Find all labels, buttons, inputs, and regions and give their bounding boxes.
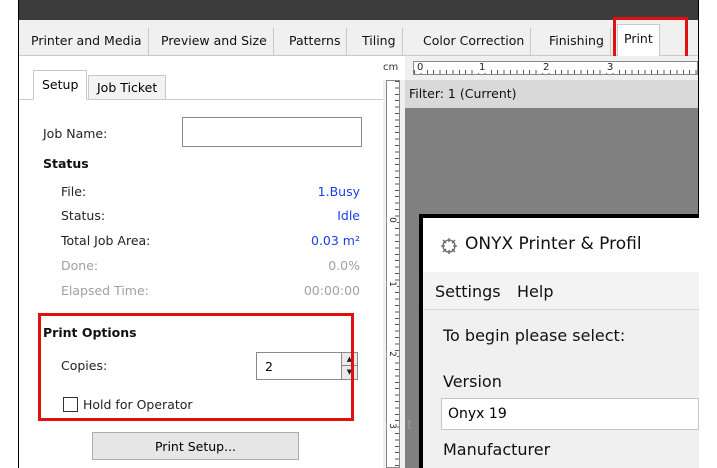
onyx-manufacturer-label: Manufacturer: [443, 440, 551, 459]
ruler-tick-label: 0: [416, 62, 425, 73]
copies-spin-buttons: ▲ ▼: [341, 353, 357, 379]
hold-for-operator-checkbox[interactable]: [63, 397, 78, 412]
ruler-tick-label: 1: [478, 62, 487, 73]
tab-finishing[interactable]: Finishing: [543, 28, 611, 56]
vertical-ruler-scale: 0 1 2 3: [386, 80, 400, 468]
preview-canvas[interactable]: Filter: 1 (Current) t ONYX Printer & Pro…: [405, 80, 699, 468]
decrement-arrow-icon[interactable]: ▼: [342, 366, 357, 379]
horizontal-ruler: 0 1 2 3: [405, 56, 698, 80]
status-value: Idle: [337, 208, 360, 223]
filter-label: Filter: 1 (Current): [405, 80, 698, 108]
total-job-area-value: 0.03 m²: [311, 233, 360, 248]
onyx-title-bar: ONYX Printer & Profil: [423, 218, 699, 272]
status-label: Status:: [61, 208, 106, 223]
file-value: 1.Busy: [317, 184, 360, 199]
ruler-tick-label: 2: [542, 62, 551, 73]
onyx-window-screenshot: ONYX Printer & Profil Settings Help To b…: [419, 214, 699, 468]
done-value: 0.0%: [328, 258, 360, 273]
tab-job-ticket[interactable]: Job Ticket: [88, 75, 167, 100]
ruler-tick-label: 1: [386, 281, 397, 287]
onyx-logo-icon: [441, 238, 457, 254]
copies-value[interactable]: 2: [265, 359, 273, 374]
tab-setup[interactable]: Setup: [33, 70, 88, 100]
status-heading: Status: [43, 156, 89, 171]
menu-help: Help: [517, 282, 554, 301]
tab-print[interactable]: Print: [617, 24, 660, 57]
onyx-version-label: Version: [443, 372, 502, 391]
vertical-ruler: 0 1 2 3: [383, 80, 405, 468]
hold-for-operator-label[interactable]: Hold for Operator: [83, 397, 193, 412]
job-name-input[interactable]: [182, 117, 362, 147]
ruler-tick-label: 3: [606, 62, 615, 73]
file-label: File:: [61, 184, 87, 199]
elapsed-time-value: 00:00:00: [303, 283, 360, 298]
onyx-content: To begin please select: Version Onyx 19 …: [423, 310, 699, 468]
ghost-text: t: [407, 418, 413, 433]
print-options-heading: Print Options: [43, 325, 137, 340]
print-setup-button[interactable]: Print Setup...: [92, 432, 299, 460]
copies-stepper[interactable]: 2 ▲ ▼: [256, 352, 358, 380]
tab-patterns[interactable]: Patterns: [283, 28, 348, 56]
onyx-window-title: ONYX Printer & Profil: [465, 234, 642, 254]
tab-tiling[interactable]: Tiling: [356, 28, 403, 56]
ruler-unit-label: cm: [383, 62, 399, 73]
total-job-area-label: Total Job Area:: [61, 233, 151, 248]
tab-printer-and-media[interactable]: Printer and Media: [25, 28, 149, 56]
onyx-version-field: Onyx 19: [441, 398, 699, 430]
tab-color-correction[interactable]: Color Correction: [417, 28, 532, 56]
print-settings-panel: Setup Job Ticket Job Name: Status File: …: [19, 56, 383, 468]
copies-label: Copies:: [61, 358, 108, 373]
ruler-tick-label: 3: [386, 423, 397, 429]
onyx-prompt: To begin please select:: [443, 326, 626, 345]
onyx-menu-bar: Settings Help: [423, 272, 699, 310]
ruler-tick-label: 2: [386, 351, 397, 357]
tab-preview-and-size[interactable]: Preview and Size: [155, 28, 274, 56]
job-name-label: Job Name:: [43, 126, 108, 141]
increment-arrow-icon[interactable]: ▲: [342, 353, 357, 366]
onyx-window-body: ONYX Printer & Profil Settings Help To b…: [423, 218, 699, 468]
done-label: Done:: [61, 258, 99, 273]
ruler-tick-label: 0: [386, 217, 397, 223]
menu-settings: Settings: [435, 282, 501, 301]
elapsed-time-label: Elapsed Time:: [61, 283, 149, 298]
horizontal-ruler-scale: 0 1 2 3: [413, 61, 698, 75]
main-tab-strip: Printer and Media Preview and Size Patte…: [19, 20, 698, 57]
